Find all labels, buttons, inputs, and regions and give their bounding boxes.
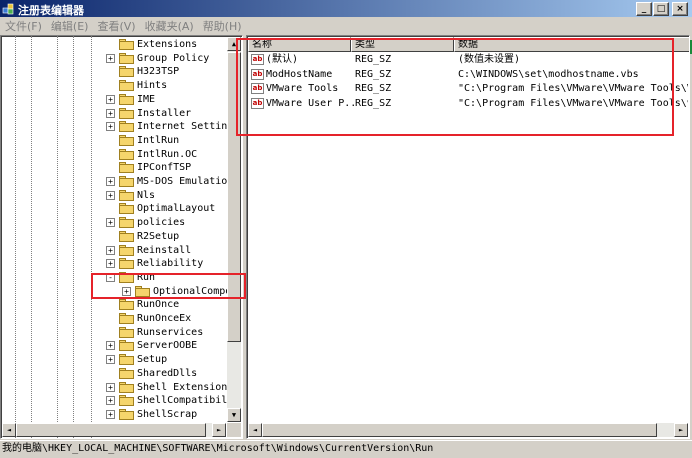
folder-icon (119, 52, 134, 64)
tree-hscroll-thumb[interactable] (16, 423, 206, 437)
tree-item-label: Nls (137, 189, 156, 201)
tree-item-label: Hints (137, 80, 168, 92)
folder-icon (119, 162, 134, 174)
folder-icon (119, 203, 134, 215)
tree-item-label: IntlRun.OC (137, 148, 198, 160)
run-key-highlight-box (91, 273, 246, 299)
expand-icon[interactable]: + (106, 245, 115, 255)
folder-icon (119, 148, 134, 160)
tree-guide-line (57, 36, 58, 438)
tree-item-label: ServerOOBE (137, 340, 198, 352)
folder-icon (119, 80, 134, 92)
title-bar: 注册表编辑器 _ □ × (0, 0, 692, 17)
tree-item-label: ShellCompatibilit (137, 395, 240, 407)
tree-item-label: Setup (137, 354, 168, 366)
tree-item-label: Internet Settings (137, 121, 240, 133)
tree-scroll-left-button[interactable]: ◄ (2, 423, 16, 437)
expand-icon[interactable]: + (106, 94, 115, 104)
folder-icon (119, 299, 134, 311)
menu-bar: 文件(F) 编辑(E) 查看(V) 收藏夹(A) 帮助(H) (0, 17, 692, 35)
tree-guide-line (15, 36, 16, 438)
expand-icon[interactable]: + (106, 409, 115, 419)
expand-icon[interactable]: + (106, 396, 115, 406)
tree-horizontal-scrollbar[interactable]: ◄ ► (2, 423, 226, 437)
folder-icon (119, 93, 134, 105)
folder-icon (119, 39, 134, 50)
folder-icon (119, 244, 134, 256)
tree-item-label: Reliability (137, 258, 204, 270)
tree-scroll-corner (227, 423, 241, 437)
close-button[interactable]: × (672, 2, 688, 16)
tree-item-label: R2Setup (137, 230, 180, 242)
expand-icon[interactable]: + (106, 108, 115, 118)
tree-guide-line (91, 36, 92, 438)
folder-icon (119, 217, 134, 229)
values-horizontal-scrollbar[interactable]: ◄ ► (248, 423, 688, 437)
tree-item-label: RunOnceEx (137, 313, 192, 324)
menu-view[interactable]: 查看(V) (97, 18, 135, 34)
folder-icon (119, 408, 134, 420)
folder-icon (119, 230, 134, 242)
tree-item-label: MS-DOS Emulation (137, 176, 234, 187)
values-scroll-left-button[interactable]: ◄ (248, 423, 262, 437)
folder-icon (119, 340, 134, 352)
folder-icon (119, 367, 134, 379)
tree-item-label: Extensions (137, 39, 198, 50)
folder-icon (119, 176, 134, 187)
menu-edit[interactable]: 编辑(E) (51, 18, 89, 34)
expand-icon[interactable]: + (106, 177, 115, 186)
window-title: 注册表编辑器 (18, 4, 84, 17)
menu-help[interactable]: 帮助(H) (203, 18, 242, 34)
values-highlight-box (236, 38, 674, 136)
folder-icon (119, 134, 134, 146)
tree-item-label: OptimalLayout (137, 203, 216, 215)
tree-guide-line (31, 36, 32, 438)
menu-favorites[interactable]: 收藏夹(A) (145, 18, 194, 34)
folder-icon (119, 121, 134, 133)
status-path: 我的电脑\HKEY_LOCAL_MACHINE\SOFTWARE\Microso… (2, 443, 434, 454)
menu-file[interactable]: 文件(F) (5, 18, 42, 34)
expand-icon[interactable]: + (106, 122, 115, 132)
tree-item-label: Shell Extensions (137, 381, 234, 393)
expand-icon[interactable]: + (106, 355, 115, 365)
expand-icon[interactable]: + (106, 190, 115, 200)
tree-item-label: H323TSP (137, 66, 180, 78)
tree-scroll-down-button[interactable]: ▼ (227, 408, 241, 422)
values-scroll-right-button[interactable]: ► (674, 423, 688, 437)
tree-item-label: IntlRun (137, 134, 180, 146)
tree-guide-line (73, 36, 74, 438)
expand-icon[interactable]: + (106, 382, 115, 392)
registry-app-icon (2, 3, 14, 15)
folder-icon (119, 381, 134, 393)
expand-icon[interactable]: + (106, 341, 115, 351)
folder-icon (119, 107, 134, 119)
folder-icon (119, 66, 134, 78)
expand-icon[interactable]: + (106, 259, 115, 269)
tree-item-label: Reinstall (137, 244, 192, 256)
values-hscroll-thumb[interactable] (262, 423, 657, 437)
tree-item-label: policies (137, 217, 186, 229)
folder-icon (119, 313, 134, 324)
folder-icon (119, 326, 134, 338)
minimize-button[interactable]: _ (636, 2, 652, 16)
expand-icon[interactable]: + (106, 53, 115, 63)
tree-item-label: IPConfTSP (137, 162, 192, 174)
tree-scroll-right-button[interactable]: ► (212, 423, 226, 437)
folder-icon (119, 395, 134, 407)
tree-item-label: ShellScrap (137, 408, 198, 420)
tree-item-label: SharedDlls (137, 367, 198, 379)
tree-item-label: Group Policy (137, 52, 210, 64)
tree-item-label: Runservices (137, 326, 204, 338)
registry-tree-pane[interactable]: Extensions + Group Policy H323TSP Hints + IME +… (0, 35, 243, 439)
folder-icon (119, 354, 134, 366)
expand-icon[interactable]: + (106, 218, 115, 228)
status-bar: 我的电脑\HKEY_LOCAL_MACHINE\SOFTWARE\Microso… (0, 440, 692, 458)
folder-icon (119, 189, 134, 201)
tree-item-label: IME (137, 93, 156, 105)
tree-item-label: RunOnce (137, 299, 180, 311)
maximize-button[interactable]: □ (653, 2, 669, 16)
folder-icon (119, 258, 134, 270)
tree-item-label: Installer (137, 107, 192, 119)
